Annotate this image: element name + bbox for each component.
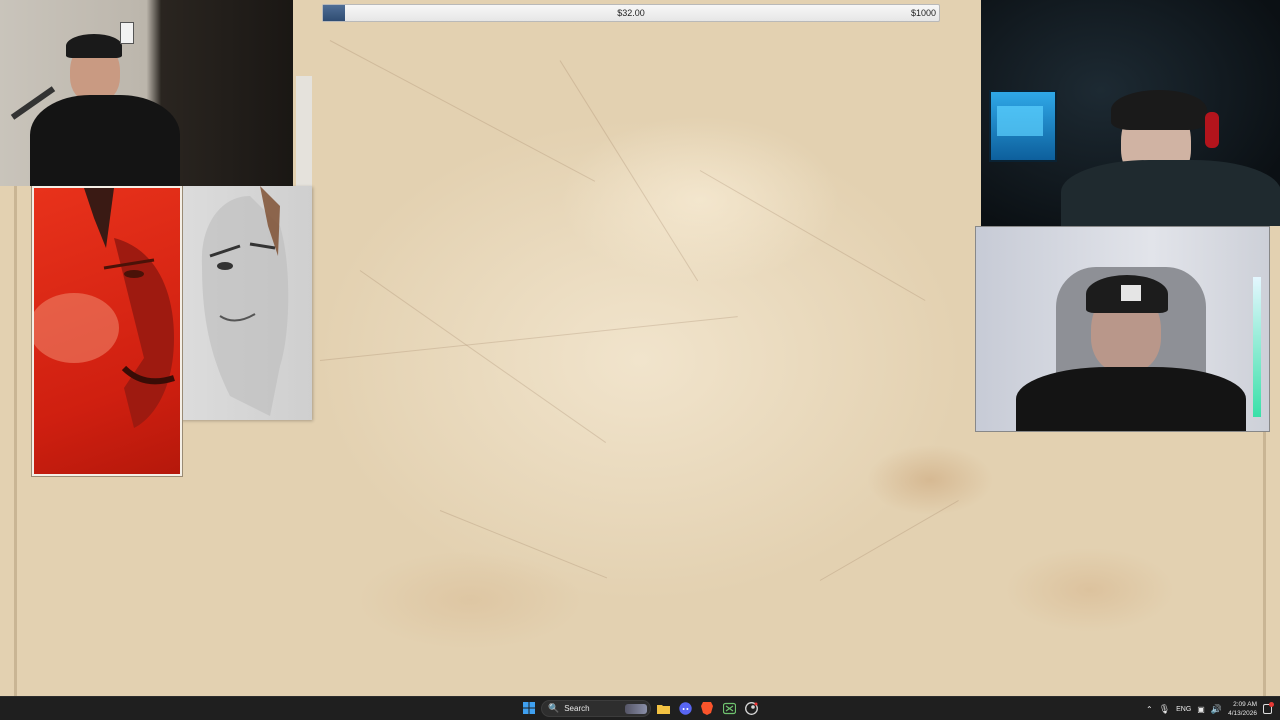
system-tray: ⌃ 🎙 ENG ▣ 🔊 2:09 AM 4/13/2026: [1146, 697, 1280, 720]
taskbar-search-input[interactable]: 🔍 Search: [541, 700, 651, 717]
search-label: Search: [564, 704, 590, 713]
file-explorer-icon[interactable]: [656, 701, 670, 715]
search-icon: 🔍: [548, 703, 560, 713]
bid-current-value: $32.00: [617, 8, 645, 18]
xbox-icon[interactable]: [722, 701, 736, 715]
steam-icon[interactable]: [744, 701, 758, 715]
card-red-face[interactable]: [31, 185, 183, 477]
discord-icon[interactable]: [678, 701, 692, 715]
chevron-up-icon[interactable]: ⌃: [1146, 705, 1153, 714]
network-icon[interactable]: ▣: [1197, 705, 1205, 714]
microphone-icon[interactable]: 🎙: [1159, 704, 1170, 715]
taskbar: 🔍 Search ⌃ 🎙 ENG ▣ 🔊 2:09 AM 4/13/2026: [0, 696, 1280, 720]
webcam-streamer-3: [975, 226, 1270, 432]
clock-date: 4/13/2026: [1228, 710, 1257, 717]
webcam-streamer-1: [0, 0, 293, 186]
clock[interactable]: 2:09 AM 4/13/2026: [1228, 700, 1257, 718]
webcam-streamer-2: [981, 0, 1280, 226]
volume-icon[interactable]: 🔊: [1211, 704, 1222, 715]
brave-icon[interactable]: [700, 701, 714, 715]
clock-time: 2:09 AM: [1233, 701, 1257, 708]
bid-progress-bar: $32.00 $1000: [322, 4, 940, 22]
card-edge: [296, 76, 312, 186]
sketch-face-illustration: [201, 186, 289, 416]
red-face-illustration: [34, 188, 175, 428]
bid-max-value: $1000: [910, 8, 936, 18]
notification-icon[interactable]: [1263, 702, 1274, 714]
language-indicator[interactable]: ENG: [1176, 706, 1191, 713]
card-sketch-face[interactable]: [180, 186, 312, 420]
start-icon[interactable]: [522, 701, 536, 715]
search-highlight-icon: [625, 703, 647, 714]
